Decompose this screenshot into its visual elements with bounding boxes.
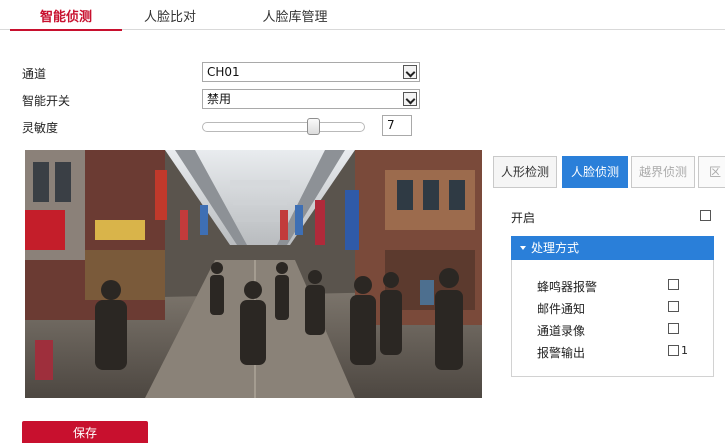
email-notify-checkbox[interactable]: [668, 301, 679, 312]
tab-face-comparison[interactable]: 人脸比对: [122, 6, 218, 30]
tab-label: 人脸库管理: [262, 10, 328, 25]
tab-region[interactable]: 区域: [698, 156, 725, 188]
method-record-label: 通道录像: [537, 324, 586, 338]
face-detection-settings: 开启 处理方式 蜂鸣器报警 邮件通知 通道录像 报警输出 1: [493, 196, 725, 378]
alarm-output-number: 1: [681, 344, 688, 357]
method-alarm-output-label: 报警输出: [537, 346, 586, 360]
smart-switch-select-value: 禁用: [207, 92, 232, 106]
tab-line-crossing[interactable]: 越界侦测: [631, 156, 695, 188]
chevron-down-icon[interactable]: [403, 65, 417, 79]
channel-label: 通道: [22, 67, 47, 81]
smart-switch-select[interactable]: 禁用: [202, 89, 420, 109]
handling-method-title: 处理方式: [531, 241, 580, 255]
tab-label: 智能侦测: [39, 10, 92, 25]
handling-method-list: 蜂鸣器报警 邮件通知 通道录像 报警输出 1: [511, 260, 714, 377]
tab-smart-detection[interactable]: 智能侦测: [10, 6, 122, 31]
active-tab-indicator: [10, 29, 122, 31]
tab-face-library[interactable]: 人脸库管理: [245, 6, 345, 30]
save-button[interactable]: 保存: [22, 421, 148, 443]
caret-down-icon: [520, 246, 526, 250]
enable-checkbox[interactable]: [700, 210, 711, 221]
chevron-down-icon[interactable]: [403, 92, 417, 106]
sensitivity-slider-thumb[interactable]: [307, 118, 320, 135]
sensitivity-label: 灵敏度: [22, 121, 59, 135]
channel-record-checkbox[interactable]: [668, 323, 679, 334]
sensitivity-slider-track[interactable]: [202, 122, 365, 132]
method-email-label: 邮件通知: [537, 302, 586, 316]
channel-select[interactable]: CH01: [202, 62, 420, 82]
top-tab-bar: 智能侦测 人脸比对 人脸库管理: [0, 0, 725, 31]
channel-select-value: CH01: [207, 65, 240, 79]
sensitivity-input[interactable]: 7: [382, 115, 412, 136]
camera-preview: [25, 150, 482, 398]
method-buzzer-label: 蜂鸣器报警: [537, 280, 598, 294]
tab-face-detection[interactable]: 人脸侦测: [562, 156, 628, 188]
buzzer-alarm-checkbox[interactable]: [668, 279, 679, 290]
smart-switch-label: 智能开关: [22, 94, 71, 108]
handling-method-header[interactable]: 处理方式: [511, 236, 714, 260]
tab-label: 人脸比对: [143, 10, 196, 25]
street-scene-image: [25, 150, 482, 398]
tab-human-detection[interactable]: 人形检测: [493, 156, 557, 188]
enable-label: 开启: [511, 211, 536, 225]
alarm-output-checkbox[interactable]: [668, 345, 679, 356]
